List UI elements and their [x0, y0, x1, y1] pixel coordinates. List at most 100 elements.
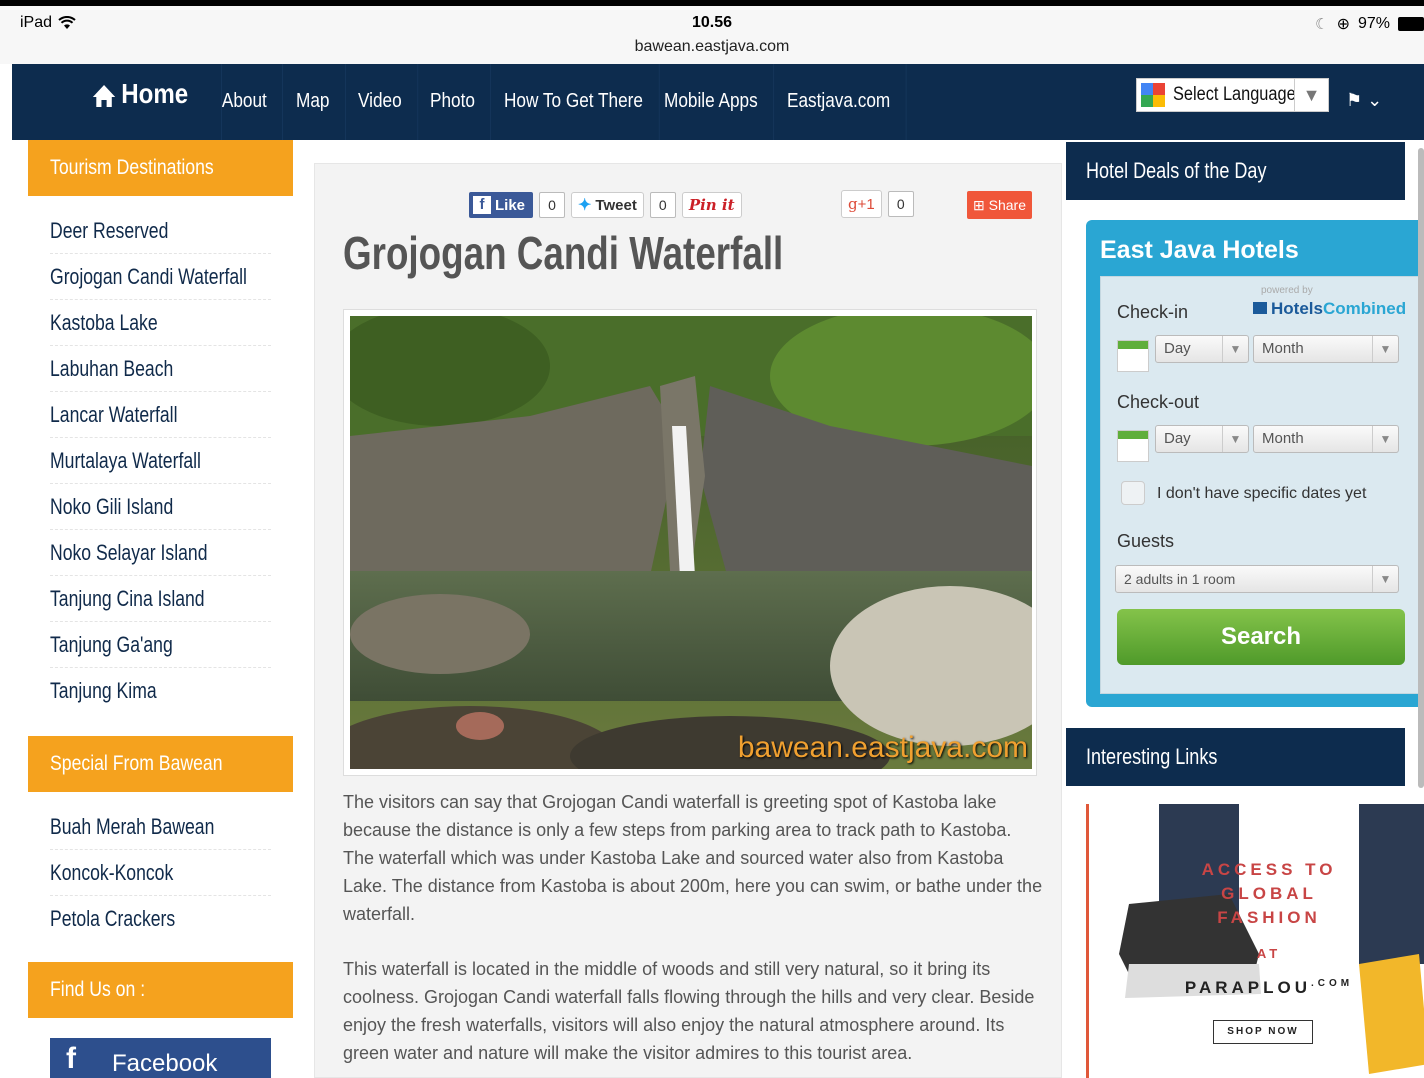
facebook-like-button[interactable]: f Like	[469, 192, 534, 218]
chevron-down-icon: ▼	[1294, 79, 1328, 111]
google-plus-count: 0	[887, 191, 914, 217]
battery-percent: 97%	[1357, 15, 1390, 32]
destination-link[interactable]: Murtalaya Waterfall	[50, 438, 271, 484]
destination-link[interactable]: Lancar Waterfall	[50, 392, 271, 438]
hotelscombined-icon	[1253, 302, 1267, 314]
checkin-day-select[interactable]: Day ▼	[1155, 335, 1249, 363]
nav-mobile-apps[interactable]: Mobile Apps	[664, 64, 775, 140]
special-header: Special From Bawean	[28, 736, 293, 792]
chevron-down-icon: ▼	[1222, 336, 1248, 362]
battery-icon	[1398, 17, 1424, 31]
special-link[interactable]: Koncok-Koncok	[50, 850, 271, 896]
twitter-bird-icon: ✦	[578, 197, 592, 214]
google-plus-button[interactable]: g+1	[841, 190, 882, 218]
nav-how-to-get-there[interactable]: How To Get There	[504, 64, 660, 140]
hotelscombined-logo: HotelsCombined	[1253, 299, 1406, 319]
no-dates-label: I don't have specific dates yet	[1157, 485, 1367, 502]
destination-link[interactable]: Noko Selayar Island	[50, 530, 271, 576]
tweet-button[interactable]: ✦ Tweet	[571, 192, 644, 218]
checkin-label: Check-in	[1117, 302, 1189, 322]
tweet-count: 0	[649, 192, 676, 218]
like-count: 0	[539, 192, 566, 218]
language-label: Select Language	[1173, 84, 1296, 105]
right-sidebar: Hotel Deals of the Day East Java Hotels …	[1064, 140, 1424, 1078]
destinations-header: Tourism Destinations	[28, 140, 293, 196]
destination-link[interactable]: Labuhan Beach	[50, 346, 271, 392]
nav-eastjava[interactable]: Eastjava.com	[787, 64, 907, 140]
destination-link[interactable]: Kastoba Lake	[50, 300, 271, 346]
scrollbar-thumb[interactable]	[1418, 148, 1424, 788]
checkout-month-select[interactable]: Month ▼	[1253, 425, 1399, 453]
google-plus-group: g+1 0	[841, 190, 914, 218]
shop-now-button[interactable]: SHOP NOW	[1213, 1020, 1313, 1044]
google-plus-icon: g	[848, 195, 858, 213]
flag-menu-icon[interactable]: ⚑ ⌄	[1346, 90, 1382, 111]
checkin-month-select[interactable]: Month ▼	[1253, 335, 1399, 363]
article-photo-frame: bawean.eastjava.com	[343, 309, 1037, 776]
nav-photo[interactable]: Photo	[430, 64, 492, 140]
interesting-links-header: Interesting Links	[1066, 728, 1405, 786]
nav-home[interactable]: Home	[92, 64, 204, 140]
special-link[interactable]: Buah Merah Bawean	[50, 804, 271, 850]
google-translate-icon	[1141, 83, 1165, 107]
destination-link[interactable]: Tanjung Kima	[50, 668, 271, 714]
ad-brand: PARAPLOU.COM	[1184, 978, 1354, 997]
powered-by: powered by	[1261, 285, 1313, 296]
ad-line-3: FASHION	[1217, 908, 1321, 927]
guests-select[interactable]: 2 adults in 1 room ▼	[1115, 565, 1399, 593]
page-title: Grojogan Candi Waterfall	[343, 227, 784, 279]
destinations-list: Deer Reserved Grojogan Candi Waterfall K…	[28, 196, 293, 726]
facebook-button[interactable]: f Facebook	[50, 1038, 271, 1078]
rotation-lock-icon: ⊕	[1336, 16, 1350, 33]
clock: 10.56	[691, 14, 733, 31]
left-sidebar: Tourism Destinations Deer Reserved Grojo…	[28, 140, 293, 1078]
nav-video[interactable]: Video	[358, 64, 419, 140]
ad-line-1: ACCESS TO	[1201, 860, 1337, 879]
article: f Like 0 ✦ Tweet 0 Pin it g+1 0 ⊞ Share Gr…	[314, 163, 1062, 1078]
article-paragraph-2: This waterfall is located in the middle …	[343, 959, 1035, 1063]
share-bar: f Like 0 ✦ Tweet 0 Pin it	[469, 190, 742, 220]
facebook-icon: f	[66, 1042, 76, 1075]
nav-home-label: Home	[121, 78, 189, 109]
destination-link[interactable]: Deer Reserved	[50, 208, 271, 254]
hotel-deals-header: Hotel Deals of the Day	[1066, 142, 1405, 200]
waterfall-photo: bawean.eastjava.com	[350, 316, 1032, 769]
destination-link[interactable]: Grojogan Candi Waterfall	[50, 254, 271, 300]
pinterest-button[interactable]: Pin it	[681, 192, 742, 218]
nav-map[interactable]: Map	[296, 64, 346, 140]
ad-line-4: AT	[1256, 946, 1282, 961]
main-nav: Home About Map Video Photo How To Get Th…	[12, 64, 1424, 140]
facebook-icon: f	[473, 196, 491, 214]
destination-link[interactable]: Tanjung Ga'ang	[50, 622, 271, 668]
widget-title: East Java Hotels	[1100, 236, 1299, 264]
status-right: ☾ ⊕ 97%	[1315, 14, 1424, 34]
waterfall-image	[350, 316, 1032, 769]
fashion-ad[interactable]: ACCESS TO GLOBAL FASHION AT PARAPLOU.COM…	[1086, 804, 1424, 1078]
destination-link[interactable]: Noko Gili Island	[50, 484, 271, 530]
no-dates-checkbox[interactable]	[1121, 481, 1145, 505]
guests-label: Guests	[1117, 531, 1175, 551]
chevron-down-icon: ▼	[1372, 566, 1398, 592]
chevron-down-icon: ▼	[1372, 336, 1398, 362]
checkout-day-select[interactable]: Day ▼	[1155, 425, 1249, 453]
checkin-calendar-icon[interactable]	[1117, 340, 1149, 372]
checkout-calendar-icon[interactable]	[1117, 430, 1149, 462]
ad-line-2: GLOBAL	[1221, 884, 1317, 903]
destination-link[interactable]: Tanjung Cina Island	[50, 576, 271, 622]
hotel-search-widget: East Java Hotels powered by HotelsCombin…	[1086, 220, 1424, 707]
checkout-label: Check-out	[1117, 392, 1200, 412]
nav-about[interactable]: About	[221, 64, 284, 140]
status-bar: iPad 10.56 bawean.eastjava.com ☾ ⊕ 97%	[0, 0, 1424, 64]
plus-box-icon: ⊞	[973, 197, 985, 213]
moon-icon: ☾	[1315, 16, 1329, 33]
chevron-down-icon: ▼	[1372, 426, 1398, 452]
chevron-down-icon: ▼	[1222, 426, 1248, 452]
address-bar[interactable]: bawean.eastjava.com	[0, 38, 1424, 56]
share-button[interactable]: ⊞ Share	[967, 191, 1032, 219]
hotel-search-form: powered by HotelsCombined Check-in Day ▼ …	[1100, 276, 1424, 694]
special-link[interactable]: Petola Crackers	[50, 896, 271, 942]
photo-watermark: bawean.eastjava.com	[737, 731, 1028, 764]
language-select[interactable]: Select Language ▼	[1136, 78, 1329, 112]
facebook-label: Facebook	[112, 1050, 218, 1077]
search-button[interactable]: Search	[1117, 609, 1405, 665]
